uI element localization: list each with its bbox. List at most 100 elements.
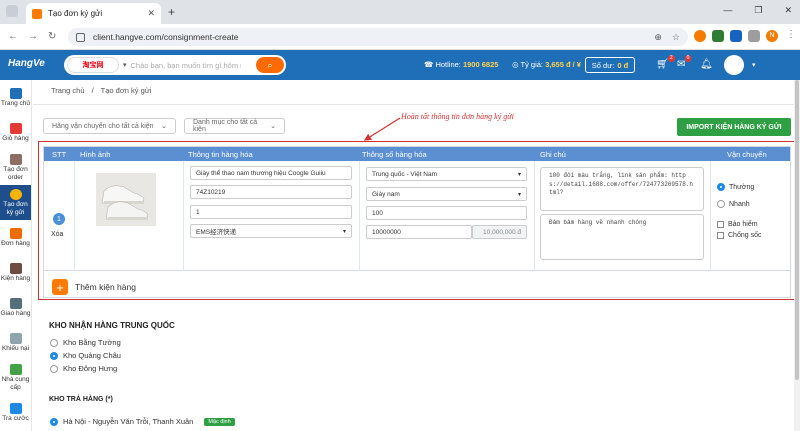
close-tab-icon[interactable]: ✕ (147, 8, 155, 19)
sidebar-item-label: Khiếu nại (1, 344, 30, 352)
import-consignment-button[interactable]: IMPORT KIỆN HÀNG KÝ GỬI (677, 118, 791, 136)
balance-box[interactable]: Số dư: 0 đ (585, 57, 635, 73)
sidebar-item-complaint[interactable]: Khiếu nại (0, 325, 31, 360)
add-package-label: Thêm kiện hàng (75, 282, 136, 292)
sidebar-item-home[interactable]: Trang chủ (0, 80, 31, 115)
reload-icon[interactable]: ↻ (48, 31, 56, 42)
cart-icon[interactable]: 🛒︎ 2 (656, 55, 675, 70)
product-search: 淘宝网 ▾ Chào bạn, bạn muốn tìm gì hôm nay?… (64, 55, 286, 75)
sidebar-item-label: Tạo đơn ký gửi (3, 200, 28, 216)
extension-icon[interactable] (730, 30, 742, 42)
mail-icon[interactable]: ✉ 0 (677, 55, 692, 70)
site-info-icon[interactable] (76, 32, 85, 42)
shipping-fast-label: Nhanh (729, 200, 750, 208)
radio-icon (50, 338, 58, 347)
search-button[interactable]: ⌕ (256, 57, 284, 73)
warehouse-option[interactable]: Kho Quảng Châu (50, 351, 121, 360)
col-image: Hình ảnh (80, 150, 111, 159)
hotline-value: 1900 6825 (462, 60, 499, 69)
restore-icon[interactable]: ❐ (754, 5, 762, 16)
category-select[interactable]: Giày nam ▾ (366, 187, 527, 201)
declared-value-field[interactable]: 10000000 (366, 225, 472, 239)
forward-icon[interactable]: → (28, 31, 38, 42)
product-name-field[interactable]: Giày thể thao nam thương hiệu Coogle Gui… (190, 166, 352, 180)
extension-icon[interactable] (694, 30, 706, 42)
sidebar-item-orders[interactable]: Đơn hàng (0, 220, 31, 255)
sidebar-item-label: Tra cước (2, 414, 29, 422)
divider (74, 161, 75, 271)
chevron-down-icon[interactable]: ▾ (752, 61, 756, 69)
carrier-filter-select[interactable]: Hãng vận chuyển cho tất cả kiện ⌄ (43, 118, 176, 134)
browser-tab[interactable]: Tạo đơn ký gửi ✕ (26, 3, 161, 24)
chevron-down-icon: ▾ (517, 191, 521, 198)
delete-row-link[interactable]: Xóa (51, 231, 63, 238)
search-input[interactable]: Chào bạn, bạn muốn tìm gì hôm nay? (131, 61, 241, 70)
zoom-icon[interactable]: ⊕ (654, 32, 662, 43)
back-icon[interactable]: ← (8, 31, 18, 42)
order-icon (9, 153, 22, 165)
sidebar-item-order[interactable]: Tạo đơn order (0, 150, 31, 185)
extension-icon[interactable] (712, 30, 724, 42)
insurance-checkbox[interactable]: Bảo hiểm (717, 221, 758, 228)
note-link-textarea[interactable]: 100 đôi màu trắng, link sản phẩm: https:… (540, 167, 704, 211)
sidebar-item-label: Giao hàng (0, 309, 31, 317)
mail-badge: 0 (684, 55, 692, 62)
col-stt: STT (52, 150, 67, 159)
category-filter-select[interactable]: Danh mục cho tất cả kiện ⌄ (184, 118, 285, 134)
minimize-icon[interactable]: — (723, 5, 732, 16)
user-avatar[interactable] (724, 55, 744, 75)
chevron-down-icon[interactable]: ▾ (123, 61, 127, 69)
return-warehouse-option[interactable]: Hà Nội - Nguyễn Văn Trỗi, Thanh Xuân Mặc… (50, 417, 235, 426)
row-number: 1 (53, 213, 65, 225)
balance-label: Số dư: (591, 60, 615, 70)
weight-field[interactable]: 100 (366, 206, 527, 220)
sidebar-item-packages[interactable]: Kiện hàng (0, 255, 31, 290)
rate-label: Tỷ giá: (520, 60, 544, 69)
shipping-normal-label: Thường (729, 183, 755, 191)
new-tab-icon[interactable]: + (168, 5, 175, 19)
warehouse-option-label: Kho Quảng Châu (63, 351, 121, 360)
scrollbar-thumb[interactable] (795, 80, 799, 380)
supplier-icon (9, 363, 22, 375)
shipping-fast-radio[interactable]: Nhanh (717, 200, 750, 208)
site-header: HangVe 淘宝网 ▾ Chào bạn, bạn muốn tìm gì h… (0, 50, 800, 80)
shoes-image (96, 173, 156, 226)
quantity-field[interactable]: 1 (190, 205, 352, 219)
bell-icon[interactable]: 🔔︎ (700, 59, 713, 70)
box-icon (9, 227, 22, 239)
sidebar-item-label: Tạo đơn order (3, 165, 28, 181)
sidebar-item-consign[interactable]: Tạo đơn ký gửi (0, 185, 31, 220)
sidebar-item-delivery[interactable]: Giao hàng (0, 290, 31, 325)
main-content: Trang chủ / Tạo đơn ký gửi Hãng vận chuy… (33, 80, 800, 431)
browser-toolbar: ← → ↻ client.hangve.com/consignment-crea… (0, 24, 800, 50)
breadcrumb-home[interactable]: Trang chủ (51, 86, 85, 95)
fee-icon (9, 402, 22, 414)
anti-shock-checkbox[interactable]: Chống sốc (717, 232, 761, 239)
bookmark-star-icon[interactable]: ☆ (672, 32, 680, 43)
profile-avatar[interactable]: N (766, 30, 778, 42)
sidebar-item-label: Đơn hàng (1, 239, 30, 247)
search-source-select[interactable]: 淘宝网 (67, 57, 119, 73)
note-packing-textarea[interactable]: Đảm bảm hàng về nhanh chóng (540, 214, 704, 260)
shipping-normal-radio[interactable]: Thường (717, 183, 754, 191)
sidebar-item-supplier[interactable]: Nhà cung cấp (0, 360, 31, 395)
tab-search-icon[interactable] (6, 5, 18, 17)
page-scrollbar[interactable] (794, 80, 800, 431)
carrier-select[interactable]: EMS经济快递 ▾ (190, 224, 352, 238)
warehouse-option[interactable]: Kho Đông Hưng (50, 364, 117, 373)
warehouse-option[interactable]: Kho Bằng Tường (50, 338, 121, 347)
home-icon (9, 87, 22, 99)
tracking-code-field[interactable]: 74Z10219 (190, 185, 352, 199)
browser-menu-icon[interactable]: ⋮ (786, 29, 796, 40)
sidebar-item-fee[interactable]: Tra cước (0, 395, 31, 430)
add-package-button[interactable]: + Thêm kiện hàng (52, 279, 136, 295)
product-image[interactable] (96, 173, 156, 226)
close-window-icon[interactable]: ✕ (784, 5, 792, 16)
sidebar-item-cart[interactable]: Giỏ hàng (0, 115, 31, 150)
route-select[interactable]: Trung quốc - Việt Nam ▾ (366, 167, 527, 181)
chevron-down-icon: ▾ (517, 171, 521, 178)
site-logo[interactable]: HangVe (8, 58, 45, 69)
warehouse-option-label: Kho Bằng Tường (63, 338, 121, 347)
extensions-puzzle-icon[interactable] (748, 30, 760, 42)
address-bar[interactable]: client.hangve.com/consignment-create ⊕ ☆ (68, 28, 688, 46)
